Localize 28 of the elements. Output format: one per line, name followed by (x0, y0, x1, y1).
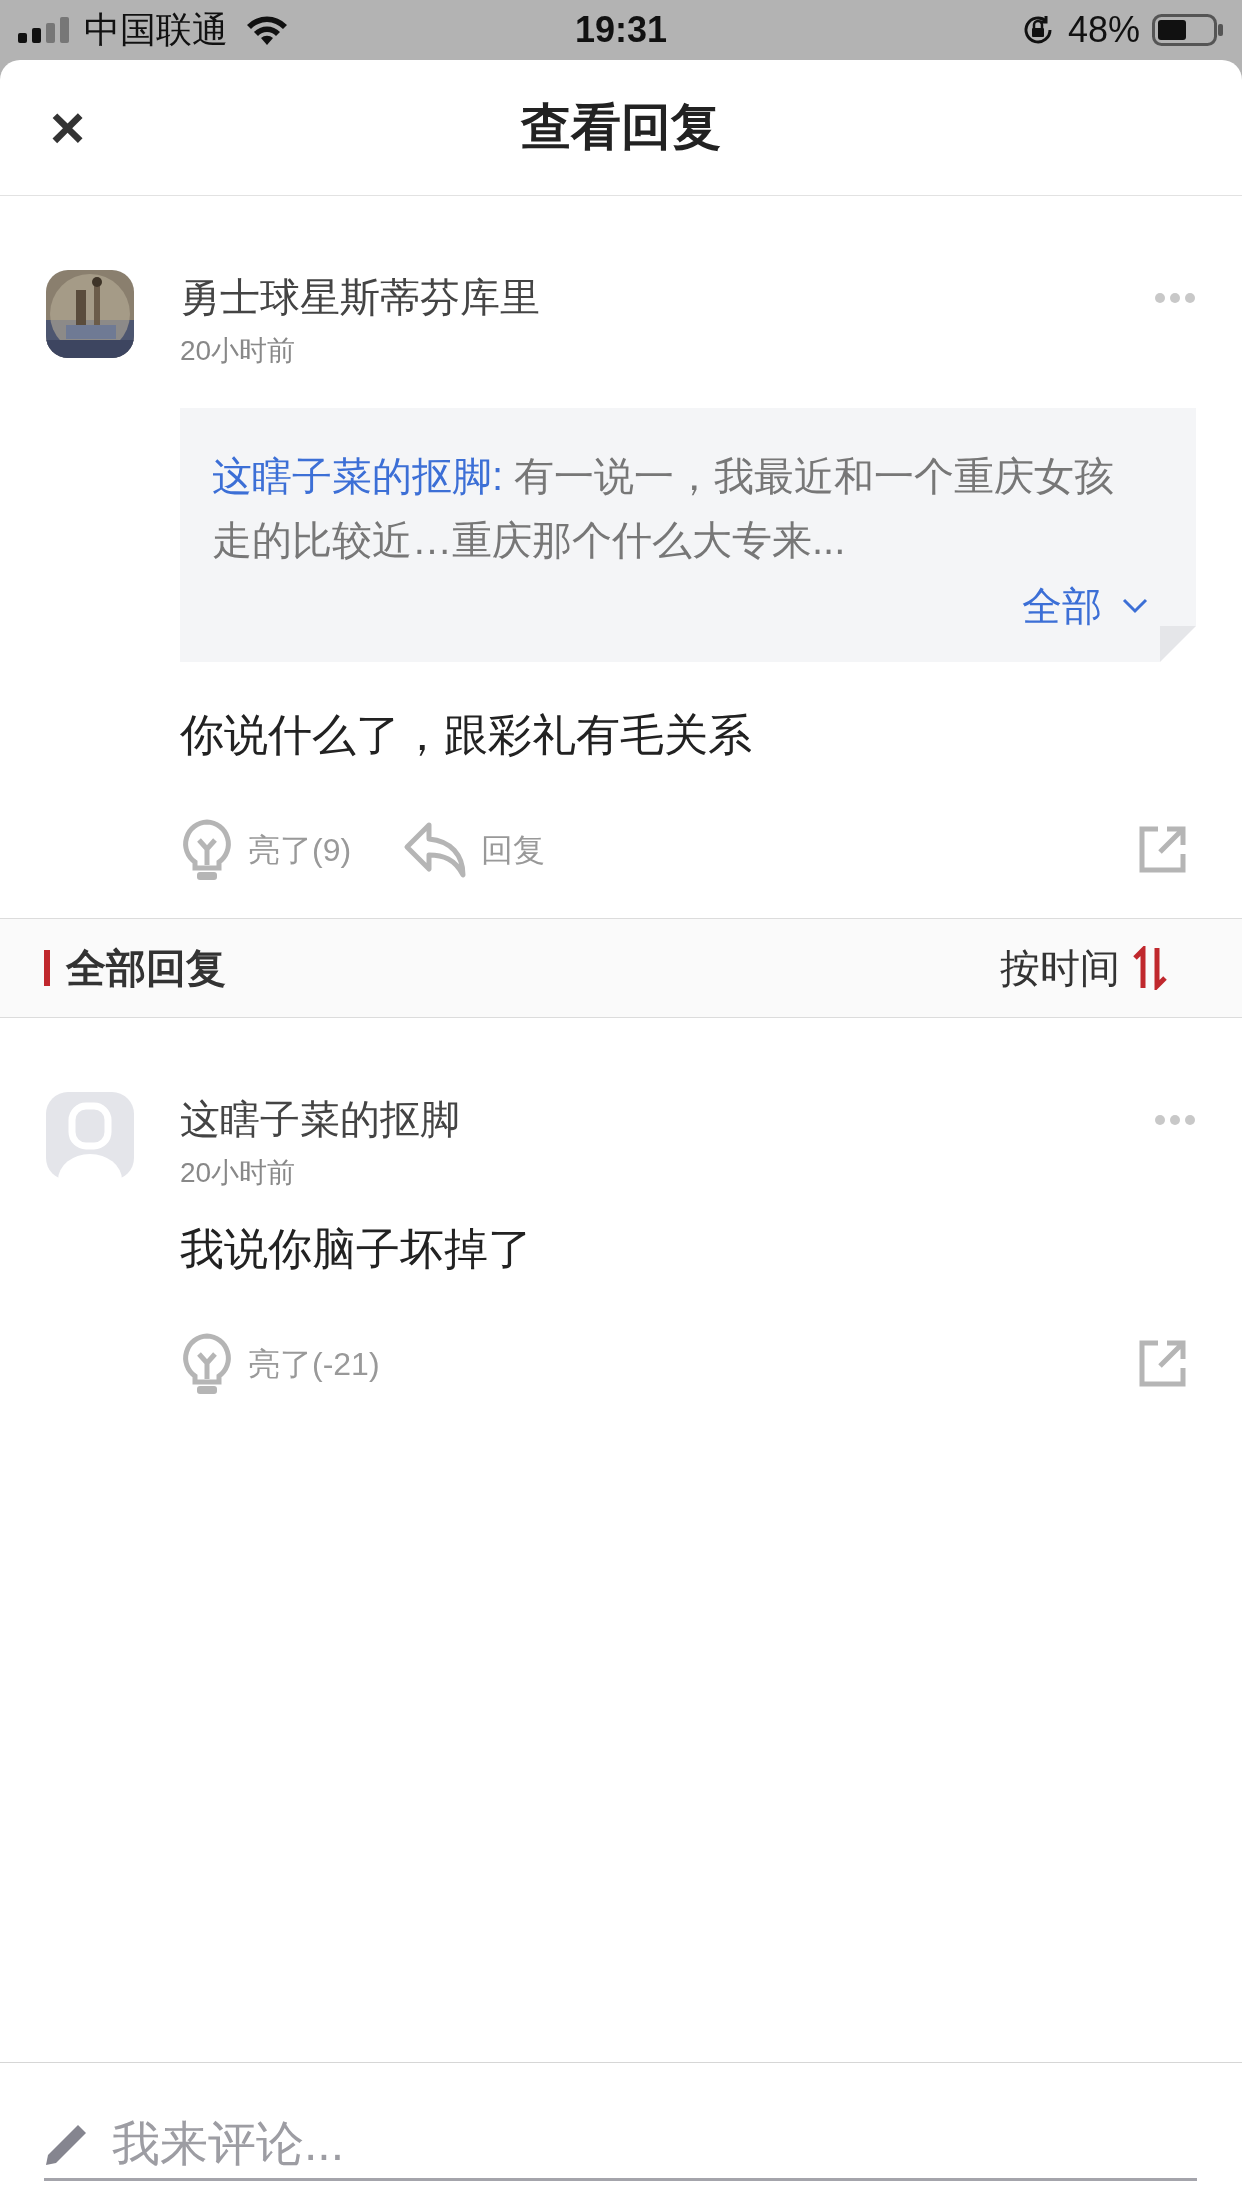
more-icon[interactable] (1154, 292, 1196, 304)
chevron-down-icon (1122, 598, 1148, 614)
close-button[interactable]: × (50, 98, 86, 158)
post-time: 20小时前 (180, 334, 297, 368)
avatar-icon (46, 1092, 134, 1180)
quote-text: 这瞎子菜的抠脚: 有一说一，我最近和一个重庆女孩走的比较近…重庆那个什么大专来... (212, 453, 1116, 564)
lightbulb-icon (180, 818, 234, 882)
battery-icon (1152, 14, 1224, 46)
carrier-name: 中国联通 (84, 8, 228, 52)
status-time: 19:31 (573, 8, 669, 52)
lightbulb-icon (180, 1332, 234, 1396)
wifi-icon (246, 15, 288, 45)
battery-percent: 48% (1067, 8, 1140, 52)
post-time: 20小时前 (180, 1156, 297, 1190)
folded-corner-icon (1160, 626, 1196, 662)
accent-bar (44, 950, 50, 986)
comment-input-field[interactable]: 我来评论... (112, 2107, 1197, 2180)
section-title: 全部回复 (66, 945, 226, 992)
sort-icon (1132, 946, 1168, 990)
more-icon[interactable] (1154, 1114, 1196, 1126)
reply-arrow-icon (403, 821, 468, 879)
user-name[interactable]: 勇士球星斯蒂芬库里 (180, 270, 1154, 324)
expand-link[interactable]: 全部 (1022, 576, 1148, 636)
sort-button[interactable]: 按时间 (1000, 938, 1168, 998)
comment-text: 我说你脑子坏掉了 (180, 1223, 533, 1275)
page-title: 查看回复 (521, 98, 721, 157)
user-name[interactable]: 这瞎子菜的抠脚 (180, 1092, 1154, 1146)
comment-text: 你说什么了，跟彩礼有毛关系 (180, 709, 753, 761)
